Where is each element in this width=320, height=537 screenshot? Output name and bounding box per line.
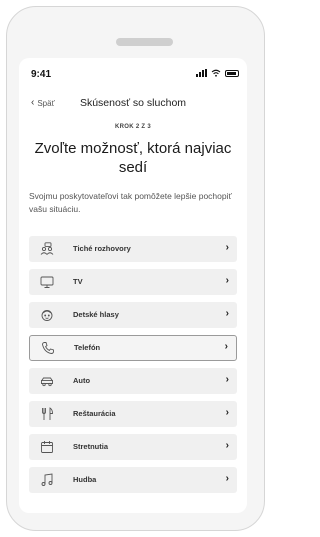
chevron-right-icon: ›: [225, 473, 229, 484]
chevron-right-icon: ›: [225, 275, 229, 286]
option-label: TV: [73, 277, 83, 286]
people-icon: [40, 242, 54, 255]
option-tv[interactable]: TV ›: [29, 269, 237, 295]
status-time: 9:41: [31, 69, 52, 80]
option-label: Stretnutia: [73, 442, 109, 451]
tv-icon: [40, 276, 54, 288]
option-restauracia[interactable]: Reštaurácia ›: [29, 401, 237, 427]
options-list: Tiché rozhovory › TV › Detské hlasy › Te…: [29, 236, 237, 500]
chevron-right-icon: ›: [225, 407, 229, 418]
option-hudba[interactable]: Hudba ›: [29, 467, 237, 493]
phone-icon: [42, 342, 54, 354]
nav-title: Skúsenosť so sluchom: [79, 97, 187, 109]
option-label: Reštaurácia: [73, 409, 116, 418]
phone-speaker: [116, 38, 173, 46]
option-label: Hudba: [73, 475, 97, 484]
page-title: Zvoľte možnosť, ktorá najviac sedí: [34, 140, 232, 176]
music-note-icon: [41, 473, 53, 486]
child-face-icon: [41, 310, 53, 321]
option-stretnutia[interactable]: Stretnutia ›: [29, 434, 237, 460]
option-telefon[interactable]: Telefón ›: [29, 335, 237, 361]
option-label: Tiché rozhovory: [73, 244, 131, 253]
chevron-right-icon: ›: [225, 308, 229, 319]
status-icons: [196, 69, 239, 77]
option-label: Telefón: [74, 343, 101, 352]
chevron-right-icon: ›: [225, 242, 229, 253]
cutlery-icon: [42, 407, 53, 420]
signal-icon: [196, 69, 207, 77]
option-tiche-rozhovory[interactable]: Tiché rozhovory ›: [29, 236, 237, 262]
option-detske-hlasy[interactable]: Detské hlasy ›: [29, 302, 237, 328]
status-bar: 9:41: [19, 58, 247, 86]
wifi-icon: [211, 69, 221, 77]
battery-icon: [225, 69, 239, 77]
option-auto[interactable]: Auto ›: [29, 368, 237, 394]
option-label: Auto: [73, 376, 91, 385]
nav-bar: ‹ Späť Skúsenosť so sluchom: [19, 94, 247, 114]
option-label: Detské hlasy: [73, 310, 119, 319]
step-indicator: KROK 2 Z 3: [114, 124, 151, 130]
chevron-right-icon: ›: [225, 440, 229, 451]
calendar-icon: [41, 441, 53, 453]
car-icon: [41, 377, 53, 387]
chevron-right-icon: ›: [224, 341, 228, 352]
page-description: Svojmu poskytovateľovi tak pomôžete lepš…: [29, 191, 232, 214]
phone-screen: 9:41 ‹ Späť Skúsenosť so sluchom KROK 2 …: [19, 58, 247, 513]
chevron-right-icon: ›: [225, 374, 229, 385]
